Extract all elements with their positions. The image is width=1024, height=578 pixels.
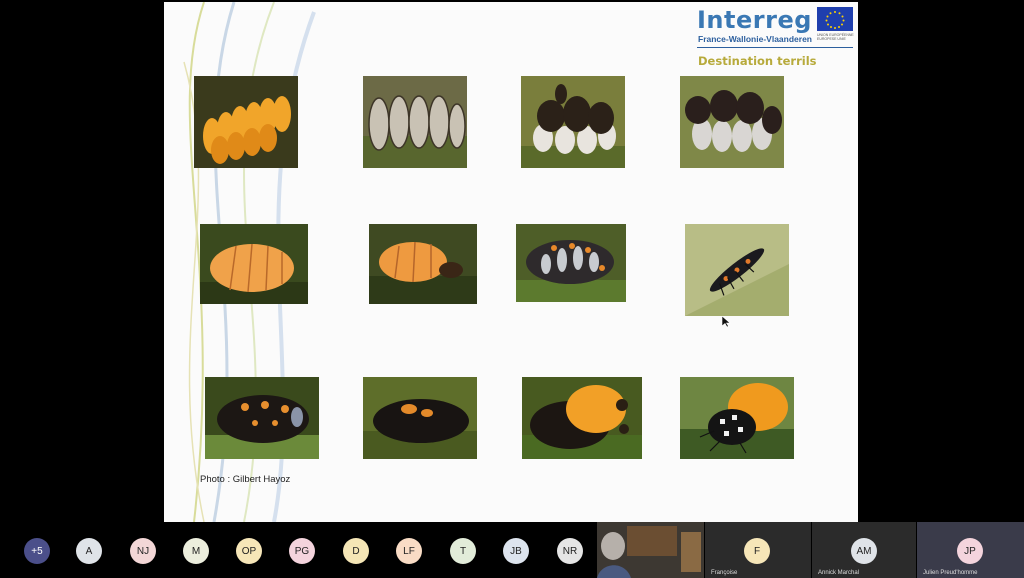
participant-avatar[interactable]: D xyxy=(343,538,369,564)
participant-tile[interactable]: JP Julien Preud'homme xyxy=(917,522,1024,578)
participant-avatar[interactable]: M xyxy=(183,538,209,564)
participant-initials: OP xyxy=(241,545,257,557)
participant-avatar[interactable]: PG xyxy=(289,538,315,564)
photo-adult-emerging xyxy=(522,377,642,459)
participant-avatar: F xyxy=(744,538,770,564)
participant-name: Françoise xyxy=(711,570,738,576)
participant-avatar[interactable]: NJ xyxy=(130,538,156,564)
participant-name: Julien Preud'homme xyxy=(923,570,978,576)
participant-tile[interactable]: AM Annick Marchal xyxy=(812,522,916,578)
photo-eggs-hatching xyxy=(363,76,467,168)
photo-larva-on-leaf xyxy=(685,224,789,316)
brand-divider xyxy=(697,47,853,48)
photo-larvae-emerging-2 xyxy=(680,76,784,168)
participant-initials: JP xyxy=(964,545,976,557)
photo-pupa-splitting xyxy=(363,377,477,459)
more-participants-count: +5 xyxy=(31,545,43,557)
participant-initials: NR xyxy=(562,545,578,557)
participant-initials: D xyxy=(352,545,360,557)
participant-initials: T xyxy=(459,545,467,557)
participant-avatar[interactable]: OP xyxy=(236,538,262,564)
participant-initials: AM xyxy=(856,545,872,557)
participant-initials: JB xyxy=(510,545,522,557)
photo-pupa-spotted xyxy=(516,224,626,302)
participant-avatar[interactable]: T xyxy=(450,538,476,564)
eu-flag-icon xyxy=(817,7,853,31)
photo-prepupa-2 xyxy=(369,224,477,304)
slide-subtitle: Destination terrils xyxy=(698,54,817,68)
participant-initials: LF xyxy=(403,545,415,557)
photo-larvae-emerging-1 xyxy=(521,76,625,168)
participant-avatar[interactable]: NR xyxy=(557,538,583,564)
photo-prepupa-1 xyxy=(200,224,308,304)
brand-name: Interreg xyxy=(697,6,812,34)
mouse-cursor-icon xyxy=(722,316,731,328)
participant-video-tile[interactable] xyxy=(597,522,704,578)
participant-avatar[interactable]: JB xyxy=(503,538,529,564)
photo-credit: Photo : Gilbert Hayoz xyxy=(200,474,291,485)
participant-avatar: AM xyxy=(851,538,877,564)
brand-region: France-Wallonie-Vlaanderen xyxy=(698,34,812,44)
participant-avatar[interactable]: A xyxy=(76,538,102,564)
participant-tile[interactable]: F Françoise xyxy=(705,522,811,578)
presentation-slide: Interreg France-Wallonie-Vlaanderen UNIO… xyxy=(164,2,858,522)
participant-initials: M xyxy=(191,545,201,557)
more-participants-button[interactable]: +5 xyxy=(24,538,50,564)
participant-initials: F xyxy=(753,545,761,557)
participant-avatar[interactable]: LF xyxy=(396,538,422,564)
photo-pupa-dark xyxy=(205,377,319,459)
photo-eggs-yellow xyxy=(194,76,298,168)
participant-avatar: JP xyxy=(957,538,983,564)
video-feed xyxy=(597,522,704,578)
participant-initials: PG xyxy=(294,545,310,557)
eu-label: UNION EUROPÉENNE EUROPESE UNIE xyxy=(817,33,854,41)
participant-initials: A xyxy=(85,545,93,557)
photo-adult-ladybird xyxy=(680,377,794,459)
participant-name: Annick Marchal xyxy=(818,570,860,576)
participant-initials: NJ xyxy=(136,545,150,557)
